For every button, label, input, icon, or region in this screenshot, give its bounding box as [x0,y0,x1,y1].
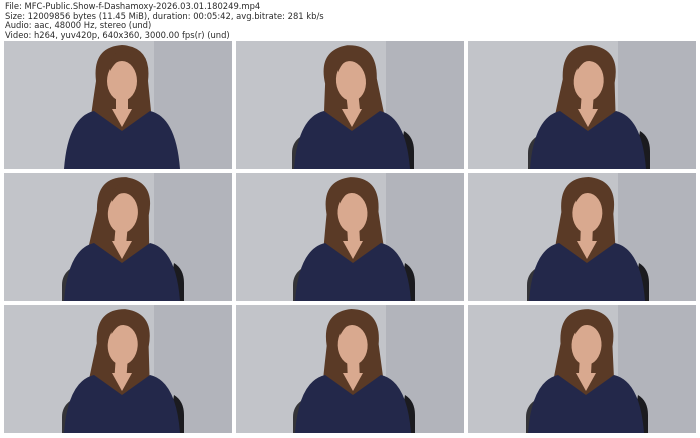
video-thumbnail [4,41,232,169]
frame-image [236,41,464,169]
video-thumbnail [468,173,696,301]
file-info-header: File: MFC-Public.Show-f-Dashamoxy-2026.0… [5,1,695,40]
frame-image [4,41,232,169]
frame-image [236,305,464,433]
video-thumbnail [468,305,696,433]
frame-image [468,305,696,433]
video-thumbnail [4,173,232,301]
video-thumbnail [468,41,696,169]
video-thumbnail [236,305,464,433]
frame-image [4,305,232,433]
thumbnail-grid [4,41,696,433]
frame-image [468,173,696,301]
video-thumbnail [4,305,232,433]
video-thumbnail [236,41,464,169]
video-thumbnail [236,173,464,301]
frame-image [468,41,696,169]
frame-image [4,173,232,301]
frame-image [236,173,464,301]
video-info-text: Video: h264, yuv420p, 640x360, 3000.00 f… [5,29,230,40]
